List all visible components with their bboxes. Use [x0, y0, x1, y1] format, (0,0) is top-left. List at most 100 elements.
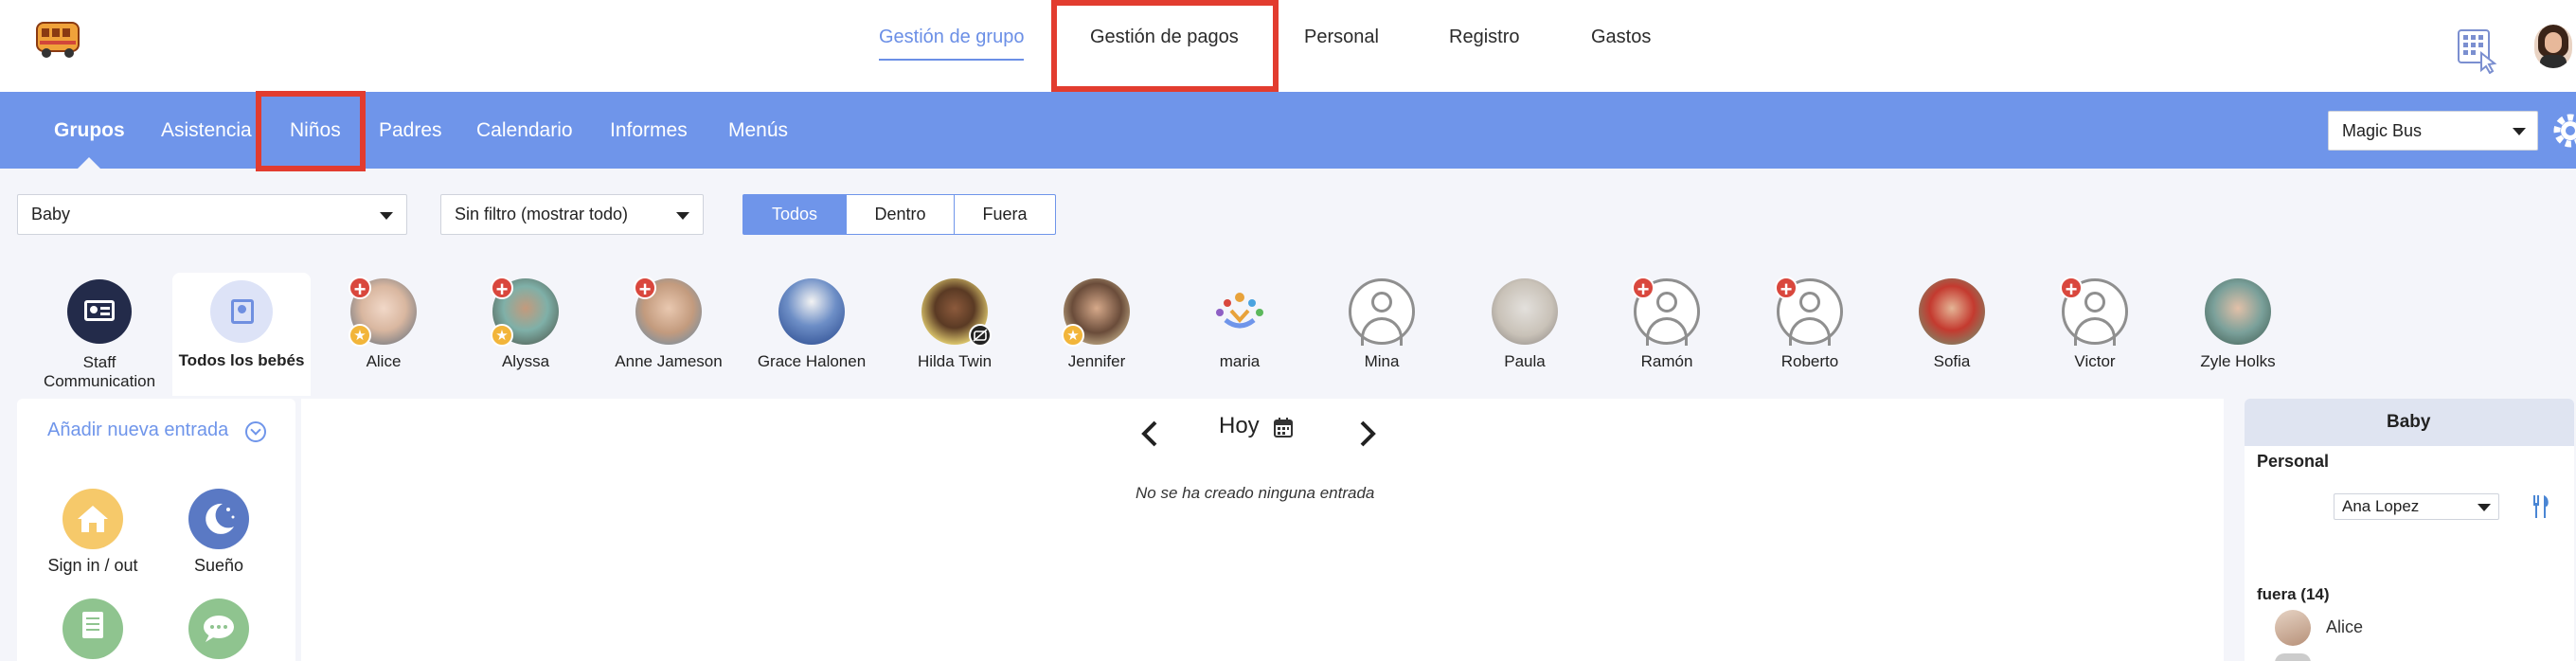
- staff-communication-label: Staff Communication: [43, 353, 156, 390]
- child-card[interactable]: Zyle Holks: [2167, 275, 2309, 371]
- child-name: Mina: [1364, 352, 1400, 370]
- child-name: Alice: [366, 352, 402, 370]
- chevron-down-circle-icon[interactable]: [245, 421, 266, 442]
- child-card[interactable]: + Anne Jameson: [598, 275, 740, 371]
- gear-icon[interactable]: [2548, 108, 2576, 153]
- out-count-label: fuera (14): [2257, 585, 2330, 603]
- id-card-icon: [67, 279, 132, 344]
- cutlery-icon[interactable]: [2531, 493, 2551, 520]
- segment-dentro[interactable]: Dentro: [846, 194, 955, 235]
- child-card[interactable]: ★ Jennifer: [1026, 275, 1168, 371]
- tab-ninos[interactable]: Niños: [290, 119, 341, 142]
- chat-bubble-icon[interactable]: [188, 598, 249, 659]
- child-avatar: [1207, 278, 1273, 345]
- empty-feed-message: No se ha creado ninguna entrada: [1136, 484, 1375, 502]
- tab-informes[interactable]: Informes: [610, 119, 688, 142]
- staff-communication-tab[interactable]: Staff Communication: [19, 275, 180, 392]
- tab-menus[interactable]: Menús: [728, 119, 788, 142]
- tab-padres[interactable]: Padres: [379, 119, 442, 142]
- no-photo-icon: [969, 324, 992, 347]
- child-card[interactable]: Paula: [1454, 275, 1596, 371]
- child-avatar: +: [1775, 277, 1843, 346]
- home-icon[interactable]: [63, 489, 123, 549]
- child-name: Ramón: [1640, 352, 1693, 370]
- child-name: Jennifer: [1067, 352, 1126, 370]
- school-select-value: Magic Bus: [2342, 121, 2423, 140]
- child-name: Hilda Twin: [917, 352, 993, 370]
- chevron-left-icon[interactable]: [1138, 420, 1163, 448]
- child-card[interactable]: Mina: [1311, 275, 1453, 371]
- child-card[interactable]: Sofia: [1881, 275, 2023, 371]
- add-icon[interactable]: +: [634, 277, 656, 300]
- child-card[interactable]: Hilda Twin: [884, 275, 1026, 371]
- child-name: Anne Jameson: [615, 352, 723, 370]
- moon-icon[interactable]: [188, 489, 249, 549]
- chevron-right-icon[interactable]: [1354, 420, 1379, 448]
- top-bar: [0, 0, 2576, 92]
- out-child-name[interactable]: Alice: [2326, 617, 2363, 637]
- nav-gestion-pagos[interactable]: Gestión de pagos: [1090, 27, 1239, 48]
- nav-gestion-grupo[interactable]: Gestión de grupo: [879, 27, 1025, 61]
- child-avatar: +: [634, 277, 702, 345]
- segment-fuera[interactable]: Fuera: [954, 194, 1056, 235]
- nav-registro[interactable]: Registro: [1449, 27, 1519, 48]
- child-card[interactable]: + ★ Alyssa: [455, 275, 597, 371]
- filter-select[interactable]: Sin filtro (mostrar todo): [440, 194, 704, 235]
- people-icon: [1207, 278, 1273, 345]
- nav-personal[interactable]: Personal: [1304, 27, 1379, 48]
- chevron-down-icon: [676, 212, 689, 220]
- chevron-down-icon: [2513, 128, 2526, 135]
- chevron-down-icon: [380, 212, 393, 220]
- child-card[interactable]: + Victor: [2024, 275, 2166, 371]
- group-select[interactable]: Baby: [17, 194, 407, 235]
- child-name: Paula: [1504, 352, 1546, 370]
- child-card[interactable]: maria: [1169, 275, 1311, 371]
- child-card[interactable]: + ★ Alice: [313, 275, 455, 371]
- child-avatar: [1349, 278, 1415, 346]
- child-avatar: [921, 278, 992, 347]
- app-logo[interactable]: [34, 19, 81, 61]
- add-entry-link[interactable]: Añadir nueva entrada: [47, 420, 228, 441]
- add-icon[interactable]: +: [1632, 277, 1655, 300]
- child-avatar: + ★: [491, 277, 559, 347]
- avatar: [2275, 653, 2311, 661]
- child-card[interactable]: + Roberto: [1739, 275, 1881, 371]
- child-photo: [1492, 278, 1558, 345]
- document-icon[interactable]: [63, 598, 123, 659]
- user-avatar[interactable]: [2534, 25, 2572, 68]
- nav-gastos[interactable]: Gastos: [1591, 27, 1651, 48]
- tab-calendario[interactable]: Calendario: [476, 119, 573, 142]
- child-card[interactable]: Grace Halonen: [741, 275, 883, 371]
- tab-asistencia[interactable]: Asistencia: [161, 119, 252, 142]
- child-avatar: [1919, 278, 1985, 345]
- add-icon[interactable]: +: [349, 277, 371, 300]
- star-icon: ★: [491, 324, 513, 347]
- child-photo: [778, 278, 845, 345]
- add-icon[interactable]: +: [491, 277, 513, 300]
- child-name: Alyssa: [501, 352, 550, 370]
- child-avatar: +: [2060, 277, 2128, 346]
- date-label[interactable]: Hoy: [1219, 413, 1260, 439]
- keypad-icon[interactable]: [2457, 28, 2498, 75]
- child-name: maria: [1219, 352, 1261, 370]
- staff-select[interactable]: Ana Lopez: [2334, 493, 2499, 520]
- chevron-down-icon: [2478, 504, 2491, 511]
- add-icon[interactable]: +: [2060, 277, 2083, 300]
- avatar: [2275, 610, 2311, 646]
- child-card[interactable]: + Ramón: [1596, 275, 1738, 371]
- calendar-icon[interactable]: [1274, 417, 1293, 438]
- side-panel-title: Baby: [2387, 412, 2431, 432]
- add-icon[interactable]: +: [1775, 277, 1798, 300]
- school-select[interactable]: Magic Bus: [2328, 111, 2538, 151]
- filter-select-value: Sin filtro (mostrar todo): [455, 205, 629, 223]
- segment-todos[interactable]: Todos: [742, 194, 847, 235]
- active-tab-pointer: [78, 157, 100, 169]
- user-outline-icon: [1349, 278, 1415, 346]
- child-name: Grace Halonen: [757, 352, 867, 370]
- all-children-tab[interactable]: Todos los bebés: [172, 273, 311, 396]
- child-avatar: + ★: [349, 277, 417, 347]
- child-name: Zyle Holks: [2200, 352, 2276, 370]
- child-name: Sofia: [1933, 352, 1971, 370]
- tab-grupos[interactable]: Grupos: [54, 119, 125, 142]
- action-sign-in-out-label: Sign in / out: [47, 556, 138, 575]
